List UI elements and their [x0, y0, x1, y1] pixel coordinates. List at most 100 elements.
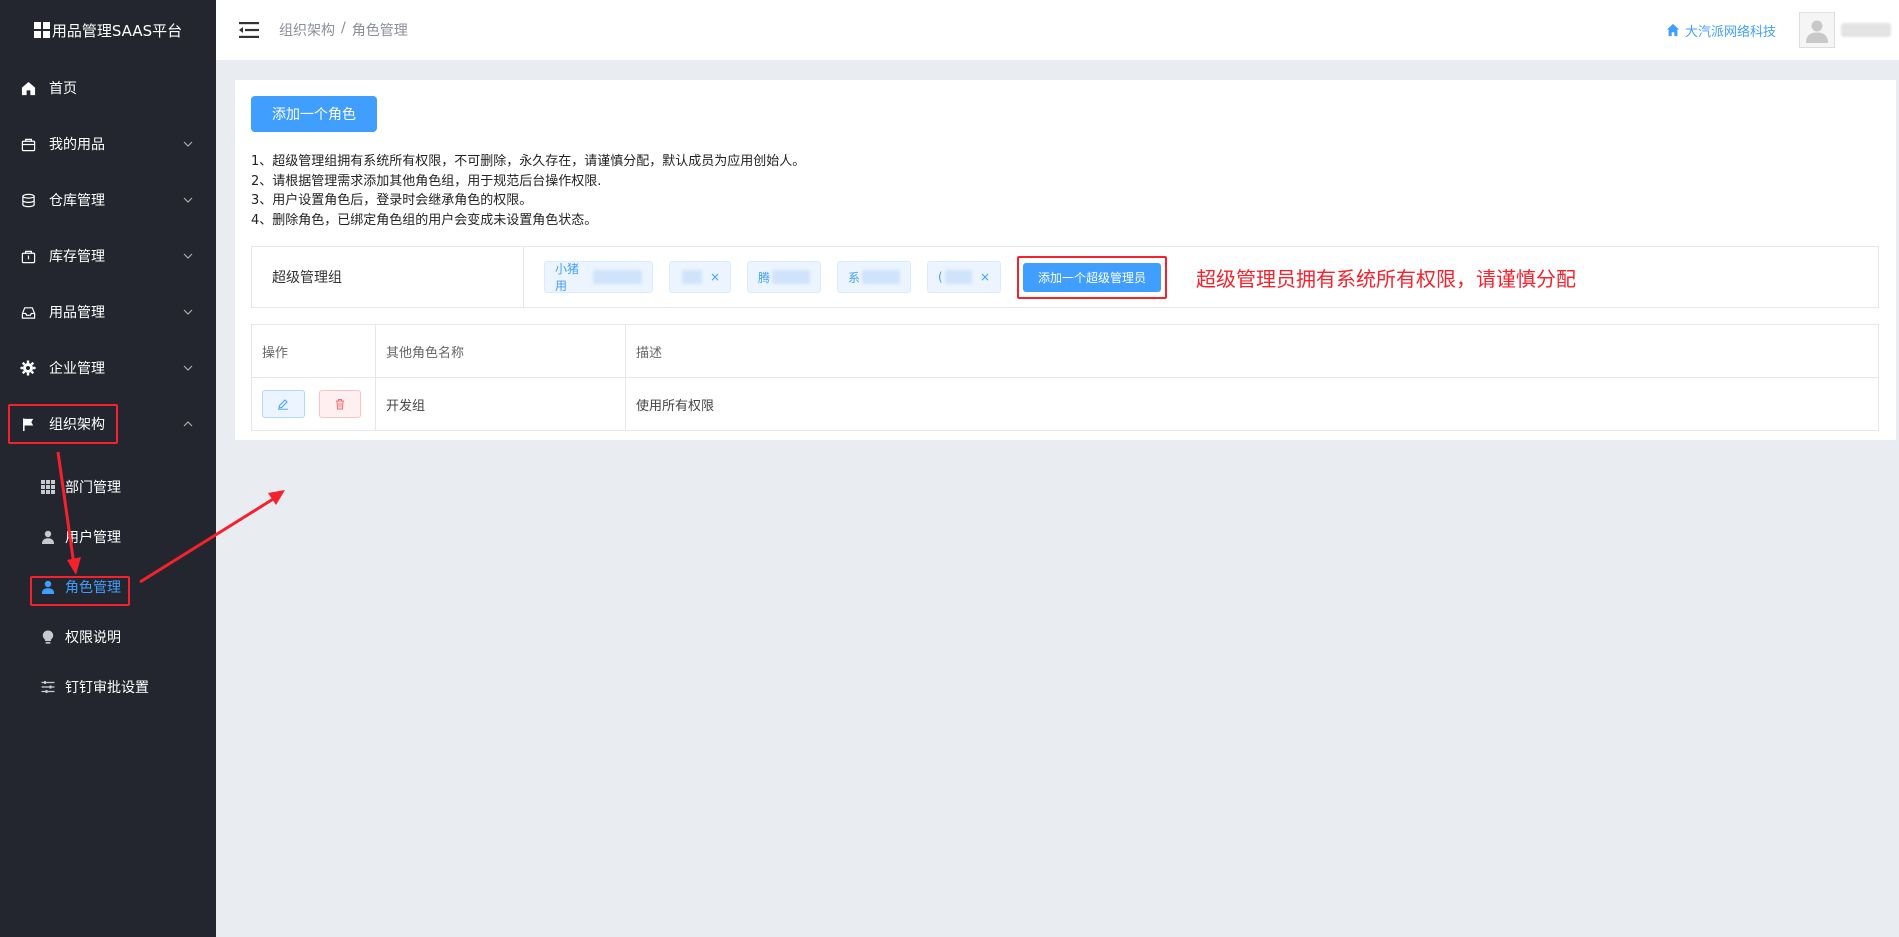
chevron-down-icon — [183, 141, 193, 147]
sidebar-item-label: 企业管理 — [49, 361, 105, 377]
member-tag[interactable]: 系 — [837, 261, 911, 293]
breadcrumb: 组织架构 / 角色管理 — [279, 20, 408, 40]
avatar[interactable] — [1799, 12, 1835, 48]
close-icon[interactable]: × — [710, 270, 720, 284]
note-line: 3、用户设置角色后，登录时会继承角色的权限。 — [251, 193, 533, 208]
app-title: 用品管理SAAS平台 — [51, 21, 183, 40]
super-group-members: 小猪用 × 腾 系 ( × 添加一个超级管理员 超级管理员拥有系统所有权限，请谨… — [524, 247, 1576, 307]
sidebar-subitem-dingtalk-approval[interactable]: 钉钉审批设置 — [0, 662, 216, 712]
sidebar-item-warehouse[interactable]: 仓库管理 — [0, 172, 216, 228]
super-admin-group: 超级管理组 小猪用 × 腾 系 ( × 添加一个超级管理员 超级管理员拥有系统所… — [251, 246, 1879, 308]
chevron-down-icon — [183, 309, 193, 315]
delete-button[interactable] — [318, 390, 361, 418]
redaction — [862, 270, 900, 284]
annotation-text: 超级管理员拥有系统所有权限，请谨慎分配 — [1196, 266, 1577, 291]
note-line: 1、超级管理组拥有系统所有权限，不可删除，永久存在，请谨慎分配，默认成员为应用创… — [251, 154, 806, 169]
edit-icon — [278, 399, 289, 410]
sidebar: 用品管理SAAS平台 首页 我的用品 仓库管理 库存管理 用品管理 企业管理 组… — [0, 0, 216, 937]
breadcrumb-item-current: 角色管理 — [351, 23, 408, 39]
sidebar-item-home[interactable]: 首页 — [0, 60, 216, 116]
redaction — [944, 270, 972, 284]
role-management-panel: 添加一个角色 1、超级管理组拥有系统所有权限，不可删除，永久存在，请谨慎分配，默… — [235, 80, 1896, 440]
box-icon — [20, 248, 36, 264]
super-group-label: 超级管理组 — [252, 247, 524, 307]
note-line: 2、请根据管理需求添加其他角色组，用于规范后台操作权限. — [251, 173, 602, 189]
annotation-highlight-box: 添加一个超级管理员 — [1017, 255, 1168, 299]
username-redacted[interactable] — [1841, 23, 1891, 37]
member-tag[interactable]: 腾 — [747, 261, 821, 293]
sidebar-item-label: 组织架构 — [49, 417, 105, 433]
close-icon[interactable]: × — [980, 270, 990, 284]
sidebar-subitem-users[interactable]: 用户管理 — [0, 512, 216, 562]
table-header-row: 操作 其他角色名称 描述 — [252, 325, 1878, 378]
sidebar-item-inventory[interactable]: 库存管理 — [0, 228, 216, 284]
role-notes: 1、超级管理组拥有系统所有权限，不可删除，永久存在，请谨慎分配，默认成员为应用创… — [251, 152, 805, 230]
breadcrumb-separator: / — [341, 20, 346, 36]
roles-table: 操作 其他角色名称 描述 开发组 使用所有权限 — [251, 324, 1879, 431]
sidebar-subitem-roles[interactable]: 角色管理 — [0, 562, 216, 612]
company-switcher[interactable]: 大汽派网络科技 — [1666, 21, 1776, 40]
column-header: 操作 — [252, 325, 376, 377]
database-icon — [20, 192, 36, 208]
table-row: 开发组 使用所有权限 — [252, 378, 1878, 430]
sidebar-item-supplies[interactable]: 用品管理 — [0, 284, 216, 340]
member-tag[interactable]: × — [669, 261, 731, 293]
sidebar-item-my-supplies[interactable]: 我的用品 — [0, 116, 216, 172]
member-tag[interactable]: 小猪用 — [544, 261, 653, 293]
trash-icon — [335, 399, 344, 410]
sidebar-subitem-permissions[interactable]: 权限说明 — [0, 612, 216, 662]
sidebar-subitem-departments[interactable]: 部门管理 — [0, 462, 216, 512]
sidebar-item-label: 库存管理 — [49, 249, 105, 265]
user-badge-icon — [40, 580, 55, 595]
user-placeholder-icon — [1806, 20, 1828, 43]
home-icon — [20, 80, 36, 96]
sidebar-item-label: 首页 — [49, 81, 77, 97]
gear-icon — [20, 360, 36, 376]
chevron-down-icon — [183, 253, 193, 259]
member-name: 腾 — [758, 270, 771, 285]
breadcrumb-item-organization[interactable]: 组织架构 — [279, 20, 335, 40]
user-icon — [40, 530, 55, 545]
chevron-down-icon — [183, 197, 193, 203]
member-tag[interactable]: ( × — [927, 261, 1001, 293]
sliders-icon — [40, 680, 55, 695]
member-name: ( — [938, 270, 943, 284]
bag-icon — [20, 136, 36, 152]
redaction — [592, 270, 642, 284]
sidebar-subitem-label: 权限说明 — [65, 630, 121, 646]
column-header: 其他角色名称 — [376, 325, 626, 377]
sidebar-subitem-label: 钉钉审批设置 — [65, 680, 149, 696]
app-logo[interactable]: 用品管理SAAS平台 — [0, 0, 216, 60]
home-icon — [1666, 23, 1680, 37]
edit-button[interactable] — [262, 390, 305, 418]
sidebar-item-label: 我的用品 — [49, 137, 105, 153]
row-actions — [252, 378, 376, 430]
sidebar-item-label: 仓库管理 — [49, 193, 105, 209]
flag-icon — [20, 416, 36, 432]
sidebar-subitem-label: 角色管理 — [65, 580, 121, 596]
role-description: 使用所有权限 — [636, 398, 715, 414]
sidebar-subitem-label: 部门管理 — [65, 480, 121, 496]
menu-toggle-icon[interactable] — [239, 21, 259, 39]
member-name: 小猪用 — [555, 262, 580, 293]
sidebar-subitem-label: 用户管理 — [65, 530, 121, 546]
bulb-icon — [40, 630, 55, 645]
redaction — [772, 270, 810, 284]
member-name: 系 — [848, 270, 861, 285]
inbox-icon — [20, 304, 36, 320]
sidebar-item-label: 用品管理 — [49, 305, 105, 321]
role-name: 开发组 — [376, 378, 626, 430]
note-line: 4、删除角色，已绑定角色组的用户会变成未设置角色状态。 — [251, 212, 598, 228]
top-header: 组织架构 / 角色管理 大汽派网络科技 — [216, 0, 1899, 60]
logo-grid-icon — [33, 22, 50, 38]
add-role-button[interactable]: 添加一个角色 — [251, 96, 377, 132]
column-header: 描述 — [636, 345, 663, 361]
company-name: 大汽派网络科技 — [1684, 24, 1776, 40]
chevron-up-icon — [183, 421, 193, 427]
redaction — [682, 270, 702, 284]
grid-icon — [40, 480, 55, 495]
sidebar-item-organization[interactable]: 组织架构 — [0, 396, 216, 452]
sidebar-item-enterprise[interactable]: 企业管理 — [0, 340, 216, 396]
chevron-down-icon — [183, 365, 193, 371]
add-super-admin-button[interactable]: 添加一个超级管理员 — [1023, 262, 1162, 292]
